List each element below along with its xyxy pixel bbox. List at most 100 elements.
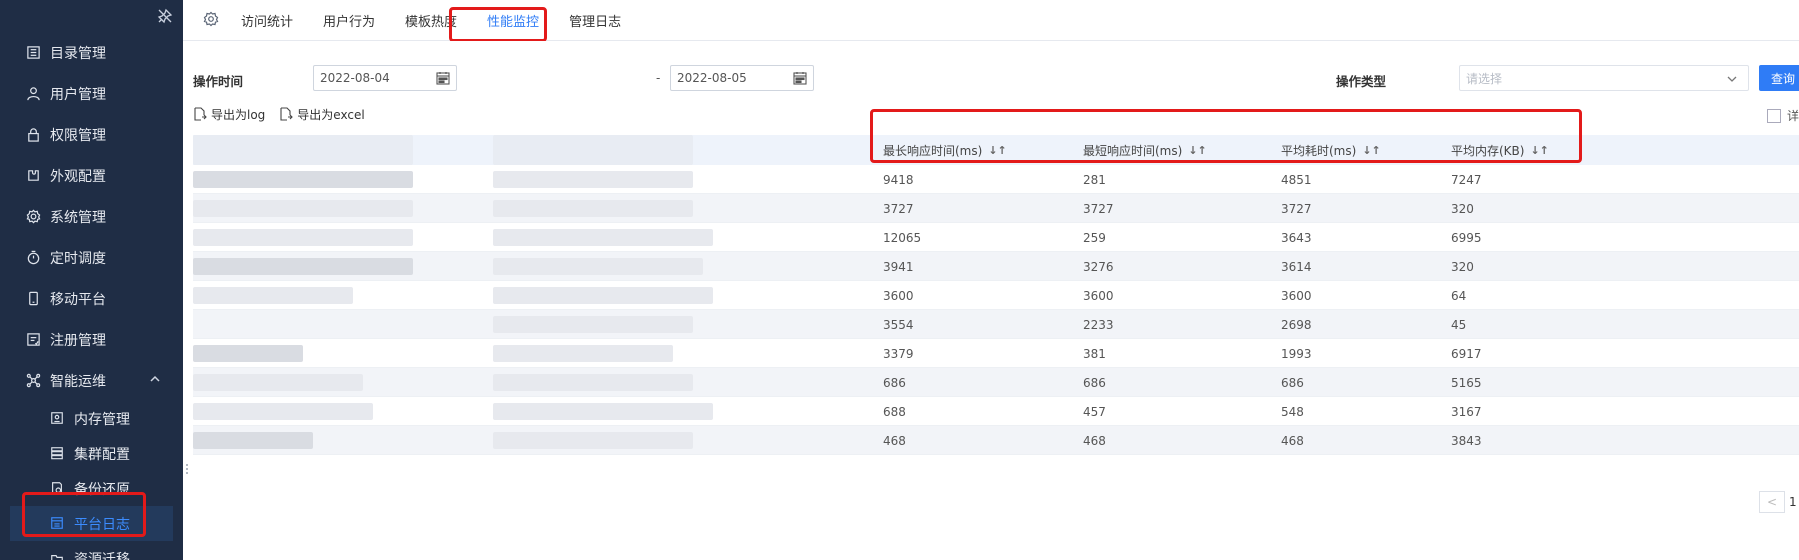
table-cell: 6995 bbox=[1451, 230, 1482, 245]
operation-type-select[interactable]: 请选择 bbox=[1459, 65, 1749, 91]
sidebar-subitem-label: 资源迁移 bbox=[74, 552, 130, 560]
tab-admin-log[interactable]: 管理日志 bbox=[569, 0, 621, 41]
table-row[interactable]: 686 686 686 5165 bbox=[193, 368, 1799, 397]
tab-template-heat[interactable]: 模板热度 bbox=[405, 0, 457, 41]
header-avg-memory[interactable]: 平均内存(KB) ↓↑ bbox=[1451, 135, 1549, 165]
catalog-icon bbox=[24, 44, 42, 62]
table-cell: 12065 bbox=[883, 230, 922, 245]
table-row[interactable]: 3727 3727 3727 320 bbox=[193, 194, 1799, 223]
register-icon bbox=[24, 331, 42, 349]
detail-checkbox[interactable] bbox=[1766, 108, 1781, 123]
mobile-icon bbox=[24, 290, 42, 308]
table-row[interactable]: 3600 3600 3600 64 bbox=[193, 281, 1799, 310]
sidebar-item-schedule[interactable]: 定时调度 bbox=[0, 237, 183, 278]
table-row[interactable]: 3941 3276 3614 320 bbox=[193, 252, 1799, 281]
sidebar-item-system[interactable]: 系统管理 bbox=[0, 196, 183, 237]
chevron-up-icon[interactable] bbox=[149, 373, 161, 388]
content-panel: 操作时间 2022-08-04 - 2022-08-05 操作类型 请选择 查询 bbox=[193, 41, 1799, 560]
sort-icon[interactable]: ↓↑ bbox=[1188, 144, 1206, 157]
table-body: 9418 281 4851 7247 3727 3727 3727 320 12065 259 36… bbox=[193, 165, 1799, 455]
query-button[interactable]: 查询 bbox=[1759, 65, 1799, 91]
table-cell: 548 bbox=[1281, 404, 1304, 419]
sort-icon[interactable]: ↓↑ bbox=[988, 144, 1006, 157]
header-avg-time[interactable]: 平均耗时(ms) ↓↑ bbox=[1281, 135, 1381, 165]
redacted-cell bbox=[193, 258, 413, 275]
redacted-cell bbox=[493, 200, 693, 217]
redacted-cell bbox=[193, 229, 413, 246]
date-to-value: 2022-08-05 bbox=[677, 71, 747, 85]
sidebar-item-label: 系统管理 bbox=[50, 209, 106, 226]
redacted-cell bbox=[493, 345, 673, 362]
calendar-icon[interactable] bbox=[793, 71, 807, 85]
table-row[interactable]: 12065 259 3643 6995 bbox=[193, 223, 1799, 252]
calendar-icon[interactable] bbox=[436, 71, 450, 85]
tab-performance[interactable]: 性能监控 bbox=[487, 0, 539, 41]
sidebar-subitem-migrate[interactable]: 资源迁移 bbox=[0, 541, 183, 560]
sidebar-item-permissions[interactable]: 权限管理 bbox=[0, 114, 183, 155]
main-area: 访问统计 用户行为 模板热度 性能监控 管理日志 操作时间 2022-08-04… bbox=[183, 0, 1799, 560]
detail-label: 详 bbox=[1786, 109, 1799, 123]
header-min-response[interactable]: 最短响应时间(ms) ↓↑ bbox=[1083, 135, 1207, 165]
redacted-cell bbox=[193, 200, 413, 217]
app-root: 目录管理 用户管理 权限管理 外观配置 系统管理 定时调度 移动平台 注册管理 … bbox=[0, 0, 1799, 560]
redacted-cell bbox=[493, 258, 703, 275]
header-max-response[interactable]: 最长响应时间(ms) ↓↑ bbox=[883, 135, 1007, 165]
redacted-cell bbox=[193, 432, 313, 449]
table-cell: 1993 bbox=[1281, 346, 1312, 361]
date-from-value: 2022-08-04 bbox=[320, 71, 390, 85]
sidebar-item-label: 定时调度 bbox=[50, 250, 106, 267]
sidebar-item-users[interactable]: 用户管理 bbox=[0, 73, 183, 114]
table-row[interactable]: 3554 2233 2698 45 bbox=[193, 310, 1799, 339]
redacted-cell bbox=[493, 374, 693, 391]
resize-handle[interactable] bbox=[185, 460, 189, 474]
date-from-field[interactable]: 2022-08-04 bbox=[313, 65, 457, 91]
page-number[interactable]: 1 bbox=[1789, 495, 1799, 509]
sidebar-subitem-cluster[interactable]: 集群配置 bbox=[0, 436, 183, 471]
pagination: < 1 bbox=[1759, 491, 1799, 513]
sort-icon[interactable]: ↓↑ bbox=[1362, 144, 1380, 157]
table-cell: 3941 bbox=[883, 259, 914, 274]
chevron-down-icon bbox=[1726, 73, 1738, 85]
redacted-cell bbox=[493, 171, 693, 188]
table-cell: 3600 bbox=[1083, 288, 1114, 303]
export-toolbar: 导出为log 导出为excel bbox=[193, 104, 379, 124]
table-cell: 381 bbox=[1083, 346, 1106, 361]
settings-gear-icon[interactable] bbox=[203, 11, 221, 29]
table-cell: 3276 bbox=[1083, 259, 1114, 274]
table-cell: 686 bbox=[883, 375, 906, 390]
table-header: 最长响应时间(ms) ↓↑ 最短响应时间(ms) ↓↑ 平均耗时(ms) ↓↑ 平均内… bbox=[193, 135, 1799, 165]
table-row[interactable]: 3379 381 1993 6917 bbox=[193, 339, 1799, 368]
table-cell: 688 bbox=[883, 404, 906, 419]
redacted-cell bbox=[193, 403, 373, 420]
export-excel-button[interactable]: 导出为excel bbox=[279, 106, 365, 123]
sidebar-subitem-memory[interactable]: 内存管理 bbox=[0, 401, 183, 436]
export-log-button[interactable]: 导出为log bbox=[193, 106, 265, 123]
table-row[interactable]: 688 457 548 3167 bbox=[193, 397, 1799, 426]
table-cell: 64 bbox=[1451, 288, 1467, 303]
table-cell: 468 bbox=[1083, 433, 1106, 448]
sidebar-item-appearance[interactable]: 外观配置 bbox=[0, 155, 183, 196]
table-row[interactable]: 468 468 468 3843 bbox=[193, 426, 1799, 455]
table-cell: 4851 bbox=[1281, 172, 1312, 187]
sidebar-item-catalog[interactable]: 目录管理 bbox=[0, 32, 183, 73]
sidebar-subitem-backup[interactable]: 备份还原 bbox=[0, 471, 183, 506]
date-to-field[interactable]: 2022-08-05 bbox=[670, 65, 814, 91]
sort-icon[interactable]: ↓↑ bbox=[1530, 144, 1548, 157]
lock-icon bbox=[24, 126, 42, 144]
detail-toggle[interactable]: 详 bbox=[1766, 107, 1799, 124]
pin-icon[interactable] bbox=[157, 8, 173, 24]
log-icon bbox=[50, 516, 66, 532]
sidebar-item-mobile[interactable]: 移动平台 bbox=[0, 278, 183, 319]
redacted-cell bbox=[493, 432, 693, 449]
tab-visit-stats[interactable]: 访问统计 bbox=[241, 0, 293, 41]
sidebar-item-ops[interactable]: 智能运维 bbox=[0, 360, 183, 401]
backup-icon bbox=[50, 481, 66, 497]
ops-icon bbox=[24, 372, 42, 390]
sidebar-subitem-platform-log[interactable]: 平台日志 bbox=[10, 506, 173, 541]
table-cell: 3727 bbox=[1281, 201, 1312, 216]
sidebar-item-register[interactable]: 注册管理 bbox=[0, 319, 183, 360]
prev-page-button[interactable]: < bbox=[1759, 491, 1785, 513]
tab-user-behavior[interactable]: 用户行为 bbox=[323, 0, 375, 41]
export-icon bbox=[193, 107, 207, 121]
table-row[interactable]: 9418 281 4851 7247 bbox=[193, 165, 1799, 194]
